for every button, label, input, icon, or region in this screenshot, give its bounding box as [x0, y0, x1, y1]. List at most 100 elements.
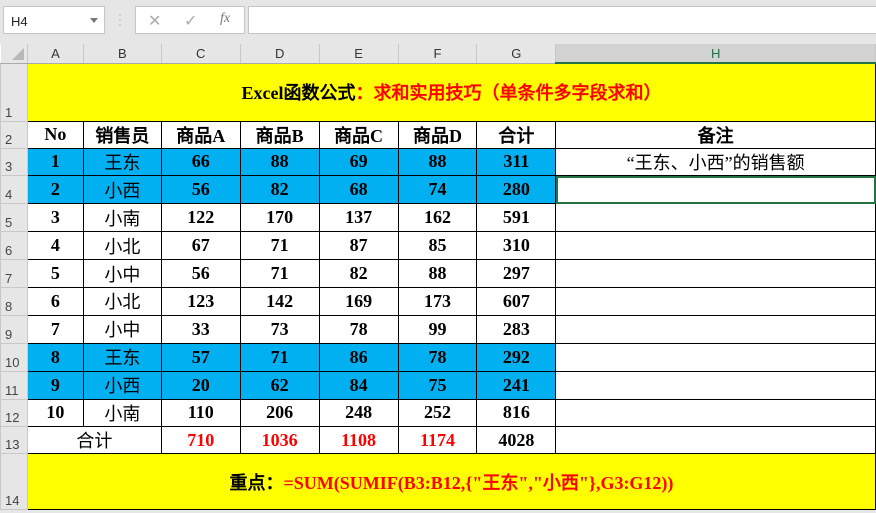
value-cell[interactable]: 310: [476, 231, 557, 261]
total-cell[interactable]: 1108: [318, 426, 399, 455]
value-cell[interactable]: 137: [318, 203, 399, 233]
column-header[interactable]: E: [319, 44, 399, 64]
row-header[interactable]: 6: [0, 231, 28, 261]
note-cell[interactable]: [555, 175, 876, 205]
value-cell[interactable]: 66: [160, 147, 241, 177]
total-cell[interactable]: 710: [160, 426, 241, 455]
no-cell[interactable]: 9: [26, 370, 84, 400]
value-cell[interactable]: 252: [397, 398, 478, 428]
key-point-cell[interactable]: 重点：=SUM(SUMIF(B3:B12,{"王东","小西"},G3:G12)…: [27, 453, 876, 511]
value-cell[interactable]: 75: [397, 370, 478, 400]
value-cell[interactable]: 122: [160, 203, 241, 233]
value-cell[interactable]: 173: [397, 286, 478, 316]
salesperson-cell[interactable]: 小中: [82, 314, 162, 344]
header-cell[interactable]: 销售员: [82, 120, 162, 149]
value-cell[interactable]: 248: [318, 398, 399, 428]
name-box[interactable]: H4: [3, 6, 105, 34]
note-cell[interactable]: [555, 314, 876, 344]
row-header[interactable]: 5: [0, 203, 28, 233]
value-cell[interactable]: 68: [318, 175, 399, 205]
row-header[interactable]: 14: [0, 453, 28, 511]
value-cell[interactable]: 62: [239, 370, 320, 400]
value-cell[interactable]: 82: [318, 259, 399, 288]
value-cell[interactable]: 88: [397, 147, 478, 177]
row-header[interactable]: 4: [0, 175, 28, 205]
value-cell[interactable]: 123: [160, 286, 241, 316]
column-header[interactable]: G: [476, 44, 557, 64]
value-cell[interactable]: 85: [397, 231, 478, 261]
row-header[interactable]: 11: [0, 371, 28, 400]
note-cell[interactable]: [555, 342, 876, 372]
note-cell[interactable]: [555, 203, 876, 233]
value-cell[interactable]: 169: [318, 286, 399, 316]
title-cell[interactable]: Excel函数公式：求和实用技巧（单条件多字段求和）: [26, 62, 876, 122]
value-cell[interactable]: 591: [476, 203, 557, 233]
value-cell[interactable]: 99: [397, 314, 478, 344]
drag-handle-icon[interactable]: · · ·: [118, 8, 122, 30]
value-cell[interactable]: 74: [397, 175, 478, 205]
row-header[interactable]: 8: [0, 287, 28, 316]
salesperson-cell[interactable]: 王东: [82, 342, 162, 372]
value-cell[interactable]: 311: [476, 147, 557, 177]
salesperson-cell[interactable]: 王东: [82, 147, 162, 177]
salesperson-cell[interactable]: 小西: [82, 175, 162, 205]
column-header[interactable]: A: [27, 44, 84, 64]
value-cell[interactable]: 78: [397, 342, 478, 372]
header-cell[interactable]: 备注: [555, 120, 876, 149]
total-cell[interactable]: 1036: [239, 426, 320, 455]
row-header[interactable]: 7: [0, 259, 28, 288]
no-cell[interactable]: 4: [26, 231, 84, 261]
salesperson-cell[interactable]: 小北: [82, 231, 162, 261]
header-cell[interactable]: No: [26, 120, 84, 149]
header-cell[interactable]: 商品A: [160, 120, 241, 149]
note-cell[interactable]: [555, 398, 876, 428]
salesperson-cell[interactable]: 小西: [82, 370, 162, 400]
row-header[interactable]: 10: [0, 343, 28, 372]
value-cell[interactable]: 87: [318, 231, 399, 261]
value-cell[interactable]: 56: [160, 175, 241, 205]
value-cell[interactable]: 78: [318, 314, 399, 344]
row-header[interactable]: 3: [0, 148, 28, 177]
header-cell[interactable]: 商品D: [397, 120, 478, 149]
value-cell[interactable]: 67: [160, 231, 241, 261]
cancel-icon[interactable]: ✕: [148, 11, 161, 31]
chevron-down-icon[interactable]: [90, 18, 98, 23]
header-cell[interactable]: 合计: [476, 120, 557, 149]
select-all-button[interactable]: [0, 44, 28, 64]
note-cell[interactable]: [555, 370, 876, 400]
column-header[interactable]: B: [83, 44, 162, 64]
salesperson-cell[interactable]: 小南: [82, 203, 162, 233]
header-cell[interactable]: 商品B: [239, 120, 320, 149]
note-cell[interactable]: [555, 231, 876, 261]
value-cell[interactable]: 71: [239, 259, 320, 288]
column-header[interactable]: C: [161, 44, 241, 64]
salesperson-cell[interactable]: 小南: [82, 398, 162, 428]
empty-cell[interactable]: [555, 426, 876, 455]
row-header[interactable]: 1: [0, 63, 28, 122]
row-header[interactable]: 9: [0, 315, 28, 344]
value-cell[interactable]: 280: [476, 175, 557, 205]
formula-input[interactable]: [248, 6, 876, 34]
total-cell[interactable]: 1174: [397, 426, 478, 455]
header-cell[interactable]: 商品C: [318, 120, 399, 149]
salesperson-cell[interactable]: 小中: [82, 259, 162, 288]
totals-label[interactable]: 合计: [26, 426, 162, 455]
salesperson-cell[interactable]: 小北: [82, 286, 162, 316]
no-cell[interactable]: 1: [26, 147, 84, 177]
value-cell[interactable]: 71: [239, 342, 320, 372]
value-cell[interactable]: 57: [160, 342, 241, 372]
note-cell[interactable]: [555, 259, 876, 288]
value-cell[interactable]: 170: [239, 203, 320, 233]
value-cell[interactable]: 33: [160, 314, 241, 344]
no-cell[interactable]: 2: [26, 175, 84, 205]
no-cell[interactable]: 7: [26, 314, 84, 344]
note-cell[interactable]: “王东、小西”的销售额: [555, 147, 876, 177]
no-cell[interactable]: 8: [26, 342, 84, 372]
no-cell[interactable]: 10: [26, 398, 84, 428]
value-cell[interactable]: 162: [397, 203, 478, 233]
value-cell[interactable]: 241: [476, 370, 557, 400]
row-header[interactable]: 2: [0, 121, 28, 149]
no-cell[interactable]: 3: [26, 203, 84, 233]
insert-function-icon[interactable]: fx: [220, 11, 230, 27]
value-cell[interactable]: 71: [239, 231, 320, 261]
